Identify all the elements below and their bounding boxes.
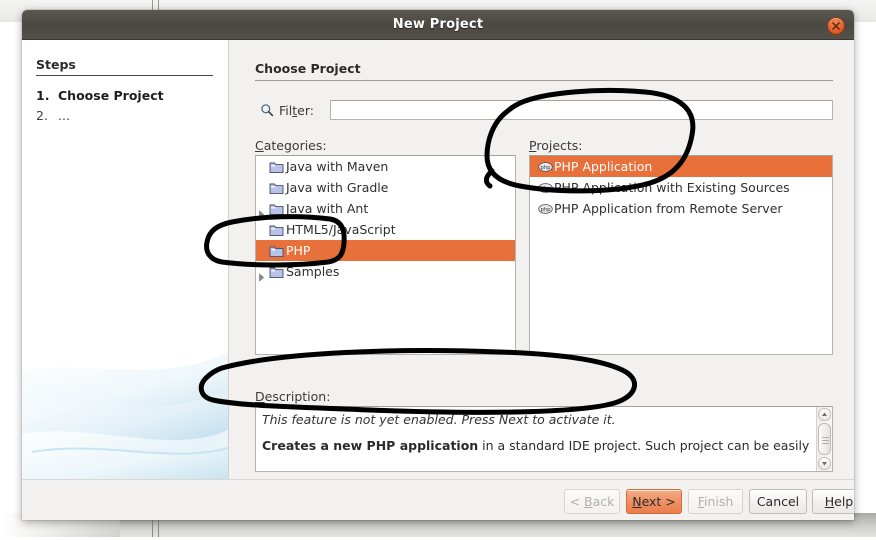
decorative-swoosh-graphic <box>22 330 228 480</box>
project-label: PHP Application <box>554 159 653 174</box>
folder-icon <box>269 222 284 237</box>
description-text: This feature is not yet enabled. Press N… <box>262 411 810 455</box>
cancel-button[interactable]: Cancel <box>749 489 807 514</box>
filter-row: Filter: <box>255 100 833 122</box>
help-button-suffix: elp <box>834 494 854 509</box>
back-button-suffix: ack <box>592 494 615 509</box>
project-label: PHP Application with Existing Sources <box>554 180 790 195</box>
description-body: Creates a new PHP application in a stand… <box>262 437 810 455</box>
help-button-mnemonic: H <box>824 494 835 509</box>
category-row-java-with-ant[interactable]: Java with Ant <box>256 198 515 219</box>
project-row-php-application-from-remote-server[interactable]: php PHP Application from Remote Server <box>530 198 832 219</box>
scrollbar-thumb[interactable] <box>818 423 831 455</box>
dialog-titlebar[interactable]: New Project <box>22 10 854 40</box>
category-label: Java with Gradle <box>286 180 389 195</box>
category-row-java-with-gradle[interactable]: Java with Gradle <box>256 177 515 198</box>
steps-pane: Steps 1. Choose Project 2.... <box>22 40 229 480</box>
category-row-html5-javascript[interactable]: HTML5/JavaScript <box>256 219 515 240</box>
folder-icon <box>269 201 284 216</box>
description-label: Description: <box>255 389 330 404</box>
finish-button-suffix: inish <box>703 494 734 509</box>
svg-text:php: php <box>540 165 551 171</box>
project-label: PHP Application from Remote Server <box>554 201 783 216</box>
cancel-button-suffix: Cancel <box>756 494 800 509</box>
next-button-mnemonic: N <box>632 494 642 509</box>
dialog-footer: < Back Next > Finish Cancel Help <box>22 479 854 520</box>
category-label: Java with Maven <box>286 159 389 174</box>
next-button[interactable]: Next > <box>626 489 682 514</box>
scroll-down-icon[interactable] <box>818 457 831 470</box>
step-item-2: 2.... <box>36 108 70 123</box>
steps-heading: Steps <box>36 57 213 76</box>
step-label: Choose Project <box>58 88 164 103</box>
step-item-1: 1. Choose Project <box>36 88 164 103</box>
category-label: Samples <box>286 264 340 279</box>
folder-icon <box>269 159 284 174</box>
svg-text:php: php <box>540 207 551 213</box>
next-button-suffix: ext > <box>641 494 676 509</box>
filter-label-part1: Fil <box>279 103 293 118</box>
categories-label-mnemonic: C <box>255 138 264 153</box>
description-label-mnemonic: D <box>255 389 265 404</box>
step-number: 1. <box>36 88 50 103</box>
project-row-php-application[interactable]: php PHP Application <box>530 156 832 177</box>
projects-label: Projects: <box>529 138 583 153</box>
new-project-dialog: New Project Steps 1. Choose Project 2.... <box>22 10 854 520</box>
back-button-mnemonic: B <box>584 494 593 509</box>
category-row-java-with-maven[interactable]: Java with Maven <box>256 156 515 177</box>
back-button[interactable]: < Back <box>564 489 620 514</box>
categories-list[interactable]: Java with Maven Java with Gradle Java wi… <box>255 155 516 355</box>
category-label: HTML5/JavaScript <box>286 222 396 237</box>
close-icon[interactable] <box>827 17 845 35</box>
projects-label-rest: rojects: <box>536 138 583 153</box>
projects-list[interactable]: php PHP Application php PHP Application … <box>529 155 833 355</box>
description-body-rest: in a standard IDE project. Such project … <box>478 438 810 453</box>
filter-input[interactable] <box>330 100 833 120</box>
folder-icon <box>269 243 284 258</box>
categories-label-rest: ategories: <box>263 138 327 153</box>
php-icon: php <box>538 201 553 215</box>
scroll-up-icon[interactable] <box>818 408 831 421</box>
project-row-php-application-with-existing-sources[interactable]: php PHP Application with Existing Source… <box>530 177 832 198</box>
category-label: Java with Ant <box>286 201 369 216</box>
back-button-prefix: < <box>569 494 585 509</box>
category-row-php[interactable]: PHP <box>256 240 515 261</box>
folder-icon <box>269 180 284 195</box>
php-icon: php <box>538 180 553 194</box>
description-panel: This feature is not yet enabled. Press N… <box>255 406 833 472</box>
chevron-right-icon[interactable] <box>257 267 266 282</box>
description-scrollbar[interactable] <box>816 407 832 471</box>
description-label-rest: escription: <box>264 389 331 404</box>
category-row-samples[interactable]: Samples <box>256 261 515 282</box>
step-label: ... <box>58 108 70 123</box>
categories-label: Categories: <box>255 138 327 153</box>
description-body-bold: Creates a new PHP application <box>262 438 479 453</box>
filter-label: Filter: <box>279 103 314 118</box>
page-title: Choose Project <box>255 61 833 81</box>
dialog-body: Steps 1. Choose Project 2.... Choose Pro… <box>22 40 854 480</box>
category-label: PHP <box>286 243 311 258</box>
finish-button[interactable]: Finish <box>688 489 743 514</box>
dialog-title: New Project <box>392 17 484 32</box>
description-note: This feature is not yet enabled. Press N… <box>262 412 616 427</box>
step-number: 2. <box>36 108 48 123</box>
chevron-right-icon[interactable] <box>257 204 266 219</box>
search-icon <box>260 103 274 120</box>
php-icon: php <box>538 159 553 173</box>
folder-icon <box>269 264 284 279</box>
help-button[interactable]: Help <box>812 489 854 514</box>
filter-label-part2: er: <box>297 103 314 118</box>
svg-text:php: php <box>540 186 551 192</box>
content-pane: Choose Project Filter: Categories: Java … <box>229 40 854 480</box>
